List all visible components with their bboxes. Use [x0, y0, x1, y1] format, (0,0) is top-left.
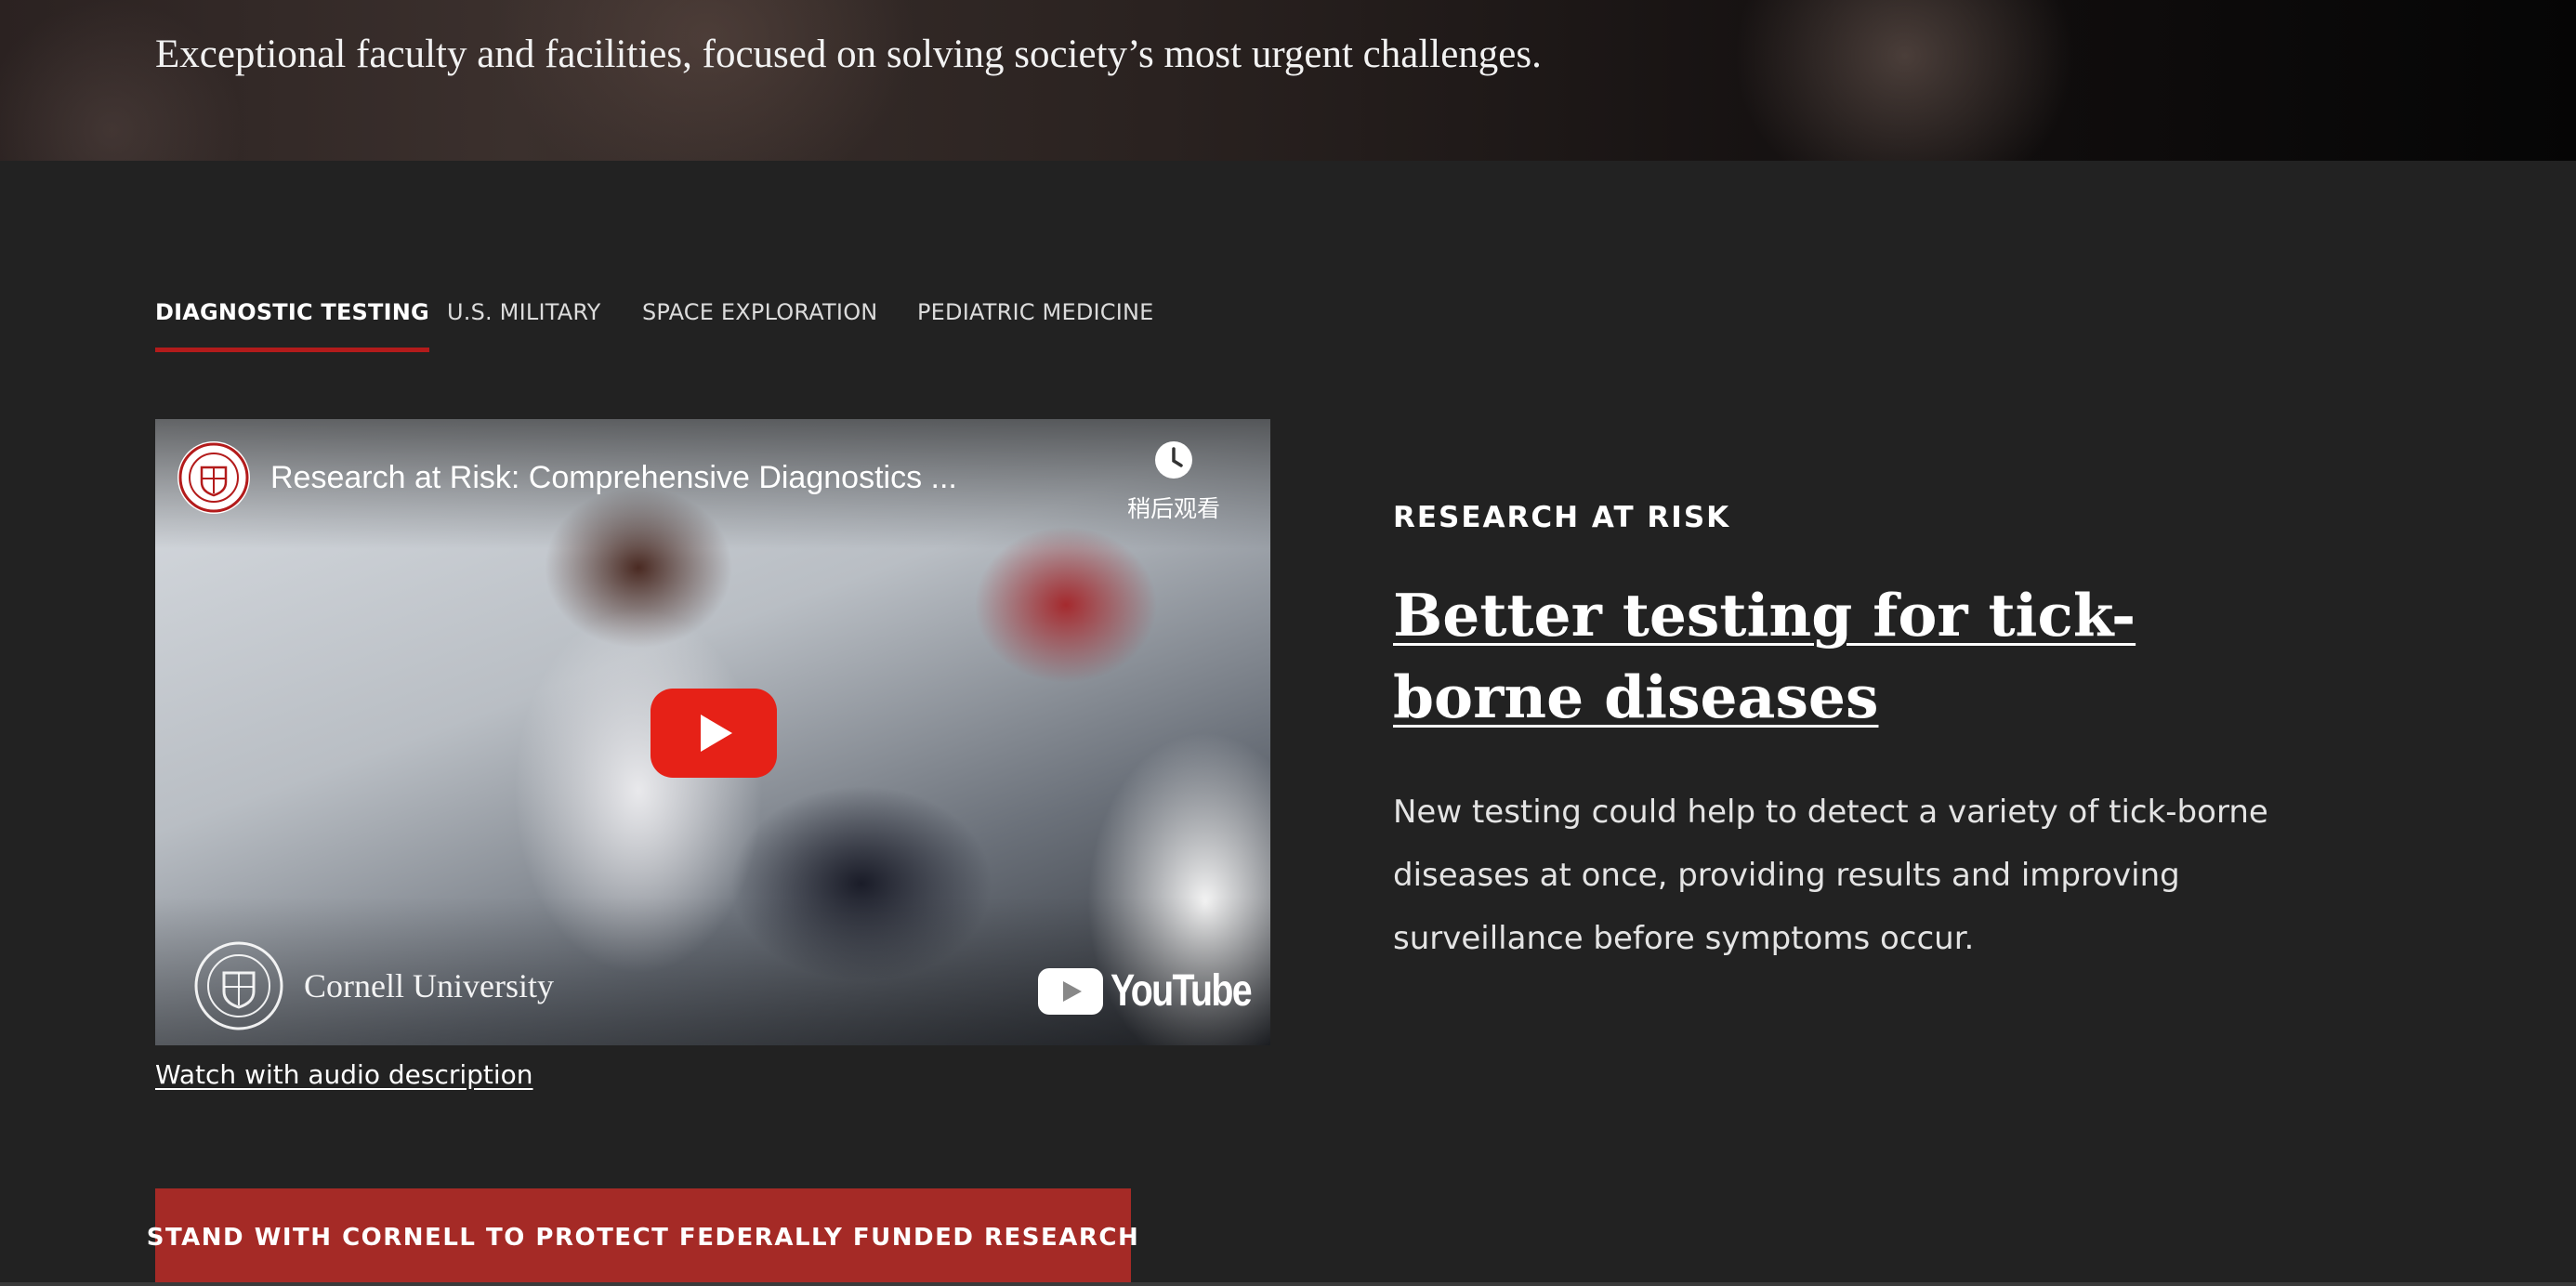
tab-pediatric-medicine[interactable]: PEDIATRIC MEDICINE [917, 299, 1154, 325]
share-label: 分享 [1241, 491, 1270, 524]
hero-tagline: Exceptional faculty and facilities, focu… [155, 33, 1542, 76]
watch-later-label: 稍后观看 [1126, 495, 1220, 522]
youtube-play-icon [651, 689, 777, 778]
cornell-watermark-text: Cornell University [304, 967, 554, 1004]
channel-avatar[interactable] [177, 441, 250, 514]
clock-icon [1155, 441, 1192, 479]
audio-description-link[interactable]: Watch with audio description [155, 1059, 533, 1090]
play-button[interactable] [651, 689, 777, 778]
video-player[interactable]: Research at Risk: Comprehensive Diagnost… [155, 419, 1270, 1045]
youtube-logo-link[interactable]: YouTube [1038, 965, 1270, 1017]
tab-space-exploration[interactable]: SPACE EXPLORATION [642, 299, 877, 325]
youtube-wordmark: YouTube [1111, 966, 1253, 1016]
share-button[interactable]: 分享 [1241, 440, 1270, 524]
cornell-seal-icon [178, 442, 249, 513]
bottom-divider [0, 1282, 2576, 1286]
youtube-logo-icon [1038, 967, 1103, 1015]
feature-body: New testing could help to detect a varie… [1393, 794, 2268, 957]
feature-eyebrow: RESEARCH AT RISK [1393, 501, 1731, 534]
cornell-seal-watermark-icon [194, 941, 283, 1030]
video-title[interactable]: Research at Risk: Comprehensive Diagnost… [270, 460, 995, 496]
watch-later-button[interactable]: 稍后观看 [1118, 440, 1229, 524]
tab-diagnostic-testing[interactable]: DIAGNOSTIC TESTING [155, 299, 429, 352]
feature-headline-link[interactable]: Better testing for tick-borne diseases [1393, 574, 2322, 738]
cornell-watermark: Cornell University [192, 939, 554, 1032]
hero-banner: Exceptional faculty and facilities, focu… [0, 0, 2576, 161]
protect-research-cta-button[interactable]: STAND WITH CORNELL TO PROTECT FEDERALLY … [147, 1188, 1138, 1286]
tab-us-military[interactable]: U.S. MILITARY [447, 299, 601, 325]
